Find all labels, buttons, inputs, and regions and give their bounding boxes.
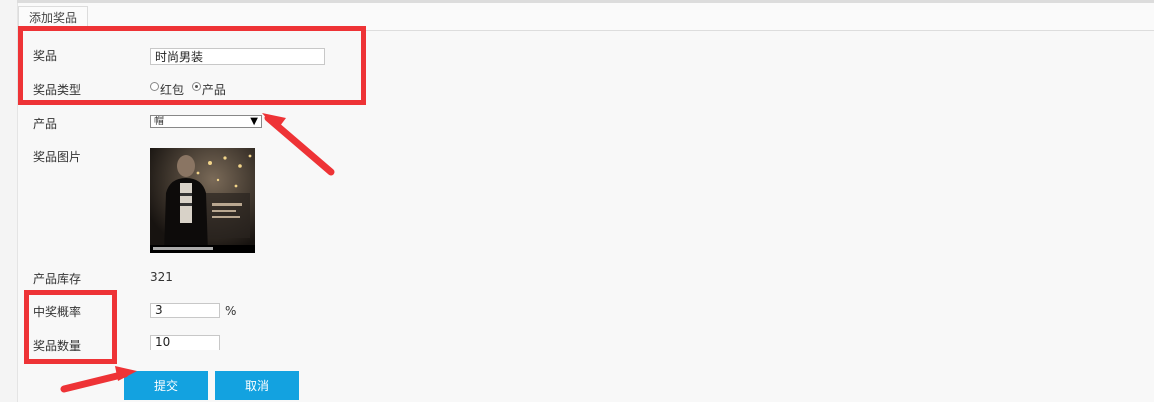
arrow-to-submit-icon [60, 366, 137, 393]
arrow-to-select-icon [262, 113, 335, 176]
annotation-arrows [60, 113, 335, 393]
